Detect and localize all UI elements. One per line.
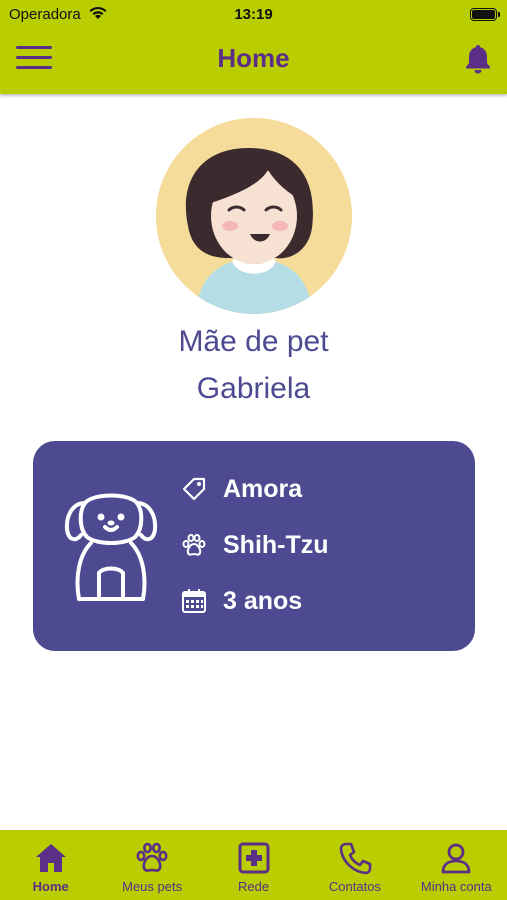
nav-contatos-label: Contatos [328,879,381,894]
app-header: Home [0,30,507,94]
battery-icon [470,8,500,21]
nav-contatos[interactable]: Contatos [304,830,405,900]
pet-card[interactable]: Amora Shih-Tzu 3 anos [33,441,475,651]
bell-icon[interactable] [463,43,493,75]
phone-icon [339,842,372,875]
pet-age: 3 anos [223,586,303,615]
status-bar: Operadora 13:19 [0,0,507,30]
page-title: Home [217,43,290,73]
paw-icon [182,534,206,556]
tag-icon [182,477,206,501]
pet-name-row: Amora [181,474,302,504]
bottom-navigation: Home Meus pets Rede Contatos Minha conta [0,830,507,900]
avatar[interactable] [156,118,352,314]
pet-breed-row: Shih-Tzu [181,530,329,560]
home-icon [35,844,66,872]
medical-cross-icon [238,842,270,874]
nav-home[interactable]: Home [0,830,101,900]
nav-meus-pets[interactable]: Meus pets [101,830,202,900]
calendar-icon [182,589,206,613]
pet-name: Amora [223,474,303,503]
user-icon [441,843,471,874]
nav-rede-label: Rede [237,879,270,894]
pet-breed: Shih-Tzu [223,530,329,559]
profile-name: Gabriela [196,372,311,405]
nav-minha-conta[interactable]: Minha conta [406,830,507,900]
dog-icon [64,493,158,601]
clock: 13:19 [234,6,273,23]
profile-illustration [156,118,352,314]
paw-icon [136,842,168,872]
nav-meus-pets-label: Meus pets [122,879,183,894]
nav-rede[interactable]: Rede [203,830,304,900]
nav-home-label: Home [32,879,69,894]
pet-age-row: 3 anos [181,586,302,616]
profile-role: Mãe de pet [178,325,329,358]
nav-minha-conta-label: Minha conta [420,879,492,894]
